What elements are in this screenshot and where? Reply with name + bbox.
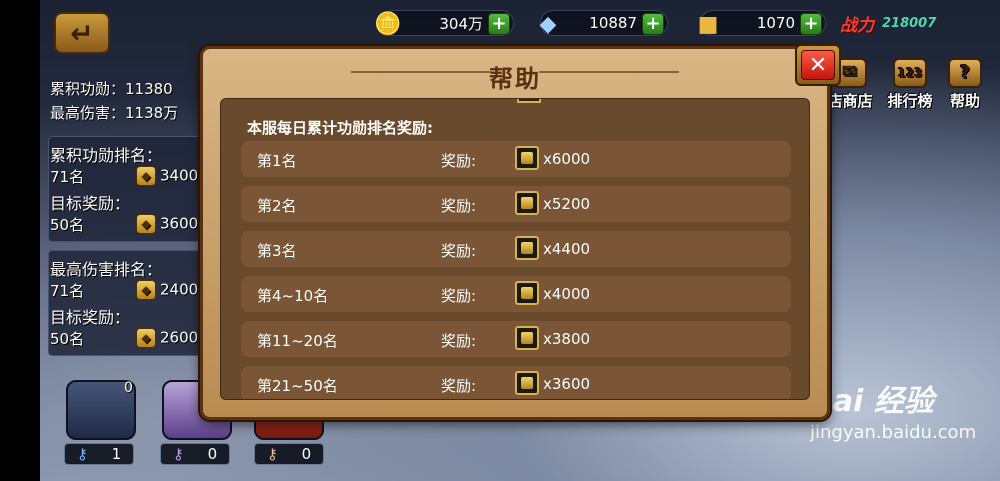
help-button[interactable]: ? 帮助	[935, 58, 995, 111]
combat-power: 战力 218007	[840, 10, 970, 36]
section-title: 本服每日累计功勋排名奖励:	[247, 119, 433, 137]
power-value: 218007	[882, 15, 937, 31]
ticket-value: 1070	[756, 14, 795, 32]
add-diamond-button[interactable]: +	[642, 13, 664, 35]
ticket-icon	[517, 99, 541, 103]
merit-target-title: 目标奖励：	[50, 194, 131, 213]
title-ornament-right	[539, 71, 679, 73]
rank-label: 第3名	[257, 242, 297, 260]
reward-row: 第4~10名 奖励: x4000	[241, 276, 791, 312]
red-key-count: ⚷ 0	[254, 443, 324, 465]
merit-rank-reward: ◆ 3400	[136, 166, 198, 186]
ticket-icon	[515, 281, 539, 305]
gold-coin-icon: 🪙	[374, 11, 402, 37]
diamond-value: 10887	[589, 14, 637, 32]
reward-amount: x6000	[543, 150, 591, 168]
purple-key-count: ⚷ 0	[160, 443, 230, 465]
baidu-watermark: Bai 经验 jingyan.baidu.com	[810, 376, 976, 443]
ticket-icon	[515, 236, 539, 260]
reward-amount: x3800	[543, 330, 591, 348]
reward-amount: x4000	[543, 285, 591, 303]
ticket-icon: ◆	[136, 214, 156, 234]
damage-rank-title: 最高伤害排名：	[50, 260, 163, 279]
rank-label: 第21~50名	[257, 377, 338, 395]
ticket-icon: ◆	[136, 328, 156, 348]
key-icon: ⚷	[76, 445, 88, 463]
leaderboard-label: 排行榜	[887, 92, 933, 110]
damage-rank: 71名	[50, 282, 85, 300]
merit-target-reward: ◆ 3600	[136, 214, 198, 234]
damage-target-reward: ◆ 2600	[136, 328, 198, 348]
rank-label: 第4~10名	[257, 287, 329, 305]
reward-label: 奖励:	[441, 242, 477, 260]
diamond-icon: ◆	[539, 11, 557, 37]
merit-rank: 71名	[50, 168, 85, 186]
return-arrow-icon: ↵	[70, 16, 94, 50]
diamond-display: ◆ 10887 +	[540, 10, 668, 37]
reward-label: 奖励:	[441, 377, 477, 395]
ticket-icon	[515, 146, 539, 170]
ticket-icon	[515, 371, 539, 395]
ticket-icon: ◆	[136, 280, 156, 300]
help-icon: ?	[948, 58, 982, 88]
reward-row: 第3名 奖励: x4400	[241, 231, 791, 267]
add-gold-button[interactable]: +	[488, 13, 510, 35]
reward-list[interactable]: 本服每日累计功勋排名奖励: 第1名 奖励: x6000 第2名 奖励: x520…	[220, 98, 810, 400]
reward-label: 奖励:	[441, 332, 477, 350]
gold-display: 🪙 304万 +	[374, 10, 514, 37]
damage-target: 50名	[50, 330, 85, 348]
power-label: 战力	[840, 15, 874, 36]
reward-label: 奖励:	[441, 197, 477, 215]
ticket-display: ■ 1070 +	[698, 10, 826, 37]
ticket-icon: ■	[697, 11, 719, 37]
left-letterbox	[0, 0, 40, 481]
close-icon: ✕	[801, 50, 835, 80]
dialog-title: 帮助	[489, 65, 541, 93]
shop-label: 店商店	[827, 92, 873, 110]
leaderboard-icon: 123	[893, 58, 927, 88]
merit-total: 累积功勋：11380	[50, 80, 173, 98]
leaderboard-button[interactable]: 123 排行榜	[880, 58, 940, 111]
reward-label: 奖励:	[441, 152, 477, 170]
watermark-url: jingyan.baidu.com	[810, 422, 977, 443]
rank-label: 第1名	[257, 152, 297, 170]
rank-label: 第2名	[257, 197, 297, 215]
key-icon: ⚷	[266, 445, 278, 463]
merit-target: 50名	[50, 216, 85, 234]
ticket-icon: ◆	[136, 166, 156, 186]
merit-rank-title: 累积功勋排名：	[50, 146, 163, 165]
damage-target-title: 目标奖励：	[50, 308, 131, 327]
max-damage: 最高伤害：1138万	[50, 104, 179, 122]
rank-label: 第11~20名	[257, 332, 338, 350]
add-ticket-button[interactable]: +	[800, 13, 822, 35]
blue-key-count: ⚷ 1	[64, 443, 134, 465]
key-icon: ⚷	[172, 445, 184, 463]
help-label: 帮助	[949, 92, 980, 110]
reward-label: 奖励:	[441, 287, 477, 305]
back-button[interactable]: ↵	[54, 12, 110, 54]
reward-row: 第11~20名 奖励: x3800	[241, 321, 791, 357]
reward-amount: x5200	[543, 195, 591, 213]
reward-amount: x3600	[543, 375, 591, 393]
reward-amount: x4400	[543, 240, 591, 258]
watermark-logo: Bai 经验	[810, 384, 934, 419]
reward-row: 第2名 奖励: x5200	[241, 186, 791, 222]
ticket-icon	[515, 191, 539, 215]
reward-row: 第21~50名 奖励: x3600	[241, 366, 791, 399]
chest-count: 0	[124, 380, 133, 396]
reward-row: 第1名 奖励: x6000	[241, 141, 791, 177]
damage-rank-reward: ◆ 2400	[136, 280, 198, 300]
close-button[interactable]: ✕	[795, 44, 841, 86]
gold-value: 304万	[439, 14, 483, 33]
ticket-icon	[515, 326, 539, 350]
